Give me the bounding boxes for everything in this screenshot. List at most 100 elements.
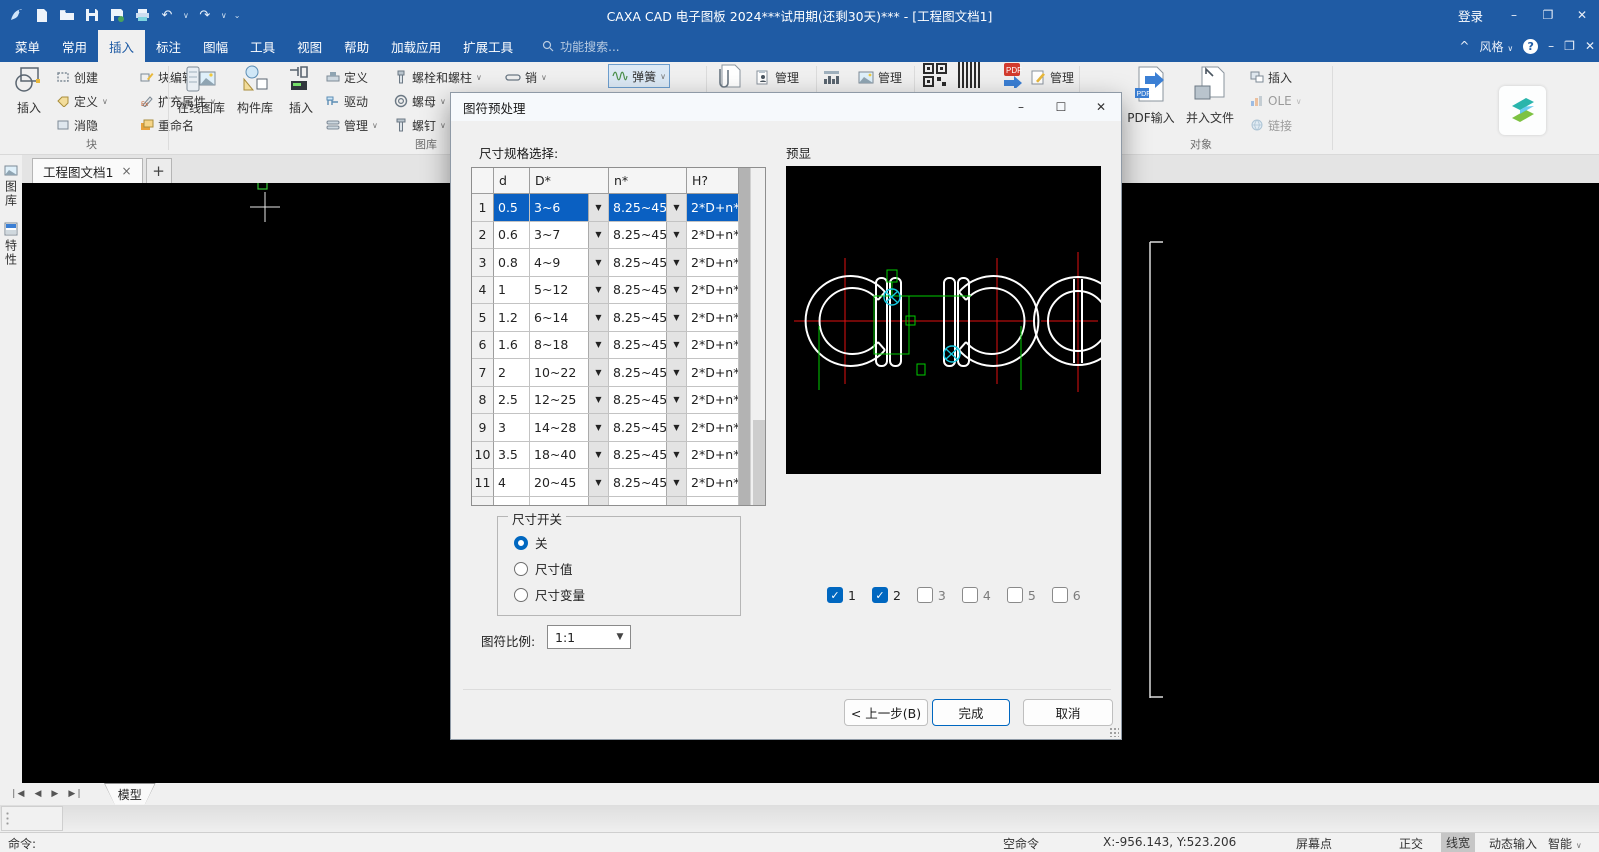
- combo-dropdown-icon[interactable]: ▼: [666, 194, 686, 221]
- block-rename-button[interactable]: 重命名: [140, 114, 194, 136]
- combo-dropdown-icon[interactable]: ▼: [588, 276, 608, 303]
- pin-button[interactable]: 销 ∨: [505, 66, 547, 88]
- pdf-input-button[interactable]: PDF PDF输入: [1124, 64, 1178, 126]
- turns-combo[interactable]: 8.25~45.5▼: [609, 249, 687, 277]
- table-cell[interactable]: 12: [472, 496, 494, 505]
- menu-tab-1[interactable]: 常用: [51, 30, 98, 62]
- style-menu[interactable]: 风格 ∨: [1479, 38, 1513, 55]
- table-cell[interactable]: 4: [494, 469, 530, 497]
- side-tab-properties[interactable]: 特性: [1, 218, 21, 273]
- table-row[interactable]: 415~12▼8.25~45.5▼2*D+n*d: [472, 276, 739, 304]
- checkbox-unchecked-icon[interactable]: [961, 587, 978, 603]
- table-cell[interactable]: 2: [494, 359, 530, 387]
- document-tab[interactable]: 工程图文档1 ×: [32, 158, 143, 183]
- component-library-button[interactable]: 构件库: [232, 64, 278, 116]
- diameter-combo[interactable]: 10~22 ▼: [530, 359, 609, 387]
- table-cell[interactable]: 2*D+n*d: [687, 386, 739, 414]
- menu-tab-6[interactable]: 视图: [286, 30, 333, 62]
- checkbox-checked-icon[interactable]: ✓: [871, 587, 888, 603]
- table-cell[interactable]: 0.6: [494, 221, 530, 249]
- table-row[interactable]: 11420~45▼8.25~45.5▼2*D+n*d: [472, 469, 739, 497]
- menu-tab-4[interactable]: 图幅: [192, 30, 239, 62]
- dialog-resize-grip[interactable]: [1109, 727, 1119, 737]
- customize-toolbar-icon[interactable]: ⌄: [234, 11, 241, 20]
- bolts-studs-button[interactable]: 螺栓和螺柱 ∨: [394, 66, 482, 88]
- finish-button[interactable]: 完成: [932, 699, 1010, 726]
- table-cell[interactable]: 2*D+n*d: [687, 276, 739, 304]
- diameter-combo[interactable]: 3~7 ▼: [530, 221, 609, 249]
- first-sheet-icon[interactable]: ❘◀: [10, 789, 24, 799]
- table-cell[interactable]: 6: [472, 331, 494, 359]
- doc-minimize-icon[interactable]: –: [1548, 39, 1554, 53]
- library-define-button[interactable]: 定义: [326, 66, 368, 88]
- product-logo[interactable]: [1499, 86, 1546, 135]
- dialog-maximize-button[interactable]: ☐: [1041, 93, 1081, 121]
- table-cell[interactable]: 2*D+n*d: [687, 221, 739, 249]
- table-cell[interactable]: 11: [472, 469, 494, 497]
- radio-icon[interactable]: [514, 587, 528, 602]
- table-cell[interactable]: 0.8: [494, 249, 530, 277]
- combo-dropdown-icon[interactable]: ▼: [666, 496, 686, 505]
- combo-dropdown-icon[interactable]: ▼: [666, 414, 686, 441]
- table-cell[interactable]: 2: [472, 221, 494, 249]
- toggle-ortho[interactable]: 正交: [1399, 835, 1423, 852]
- menu-tab-3[interactable]: 标注: [145, 30, 192, 62]
- table-row[interactable]: 10.53~6▼8.25~45.5▼2*D+n*d: [472, 194, 739, 222]
- diameter-combo[interactable]: 5~12 ▼: [530, 276, 609, 304]
- redo-dropdown-icon[interactable]: ∨: [221, 11, 227, 20]
- radio-option-0[interactable]: 关: [514, 533, 548, 552]
- table-cell[interactable]: 3: [494, 414, 530, 442]
- turns-combo[interactable]: 8.25~45.5▼: [609, 441, 687, 469]
- manage-b-button[interactable]: 管理: [858, 66, 902, 88]
- diameter-combo[interactable]: 18~40 ▼: [530, 441, 609, 469]
- table-row[interactable]: 20.63~7▼8.25~45.5▼2*D+n*d: [472, 221, 739, 249]
- prev-sheet-icon[interactable]: ◀: [34, 789, 41, 799]
- menu-tab-0[interactable]: 菜单: [4, 30, 51, 62]
- part-checkbox-1[interactable]: ✓ 1: [827, 587, 856, 603]
- diameter-combo[interactable]: 6~14 ▼: [530, 304, 609, 332]
- combo-dropdown-icon[interactable]: ▼: [666, 359, 686, 386]
- block-create-button[interactable]: 创建: [56, 66, 98, 88]
- open-file-icon[interactable]: [58, 6, 76, 24]
- undo-icon[interactable]: ↶: [158, 6, 176, 24]
- turns-combo[interactable]: 8.25~45.5▼: [609, 469, 687, 497]
- nut-button[interactable]: 螺母 ∨: [394, 90, 446, 112]
- table-cell[interactable]: 2.5: [494, 386, 530, 414]
- merge-file-button[interactable]: 并入文件: [1182, 64, 1238, 126]
- screw-button[interactable]: 螺钉 ∨: [394, 114, 446, 136]
- document-tab-close-icon[interactable]: ×: [121, 164, 131, 178]
- table-row[interactable]: 61.68~18▼8.25~45.5▼2*D+n*d: [472, 331, 739, 359]
- menu-tab-7[interactable]: 帮助: [333, 30, 380, 62]
- table-row[interactable]: 30.84~9▼8.25~45.5▼2*D+n*d: [472, 249, 739, 277]
- manage-a-button[interactable]: 管理: [755, 66, 799, 88]
- combo-dropdown-icon[interactable]: ▼: [666, 304, 686, 331]
- combo-dropdown-icon[interactable]: ▼: [588, 194, 608, 221]
- help-icon[interactable]: ?: [1523, 38, 1539, 54]
- diameter-combo[interactable]: 3~6 ▼: [530, 194, 609, 222]
- combo-dropdown-icon[interactable]: ▼: [666, 221, 686, 248]
- radio-selected-icon[interactable]: [514, 535, 528, 550]
- table-cell[interactable]: 2*D+n*d: [687, 414, 739, 442]
- symbol-scale-combo[interactable]: 1:1 ▼: [547, 625, 631, 649]
- combo-dropdown-icon[interactable]: ▼: [588, 359, 608, 386]
- checkbox-unchecked-icon[interactable]: [916, 587, 933, 603]
- command-panel-handle[interactable]: [1, 806, 63, 831]
- manage-c-button[interactable]: 管理: [1030, 66, 1074, 88]
- online-library-button[interactable]: 在线图库: [172, 64, 230, 116]
- qrcode-icon[interactable]: [922, 63, 948, 87]
- extract-symbol-icon[interactable]: [714, 64, 744, 88]
- combo-dropdown-icon[interactable]: ▼: [666, 276, 686, 303]
- turns-combo[interactable]: 8.25~45.5▼: [609, 221, 687, 249]
- table-cell[interactable]: 4.5: [494, 496, 530, 505]
- part-checkbox-6[interactable]: 6: [1051, 587, 1081, 603]
- model-tab[interactable]: 模型: [105, 784, 155, 805]
- table-row[interactable]: 103.518~40▼8.25~45.5▼2*D+n*d: [472, 441, 739, 469]
- pdf-icon[interactable]: PDF: [1000, 63, 1026, 88]
- table-cell[interactable]: 7: [472, 359, 494, 387]
- table-cell[interactable]: 1.6: [494, 331, 530, 359]
- new-file-icon[interactable]: [33, 6, 51, 24]
- turns-combo[interactable]: 8.25~45.5▼: [609, 331, 687, 359]
- status-screen-point[interactable]: 屏幕点: [1296, 835, 1332, 852]
- save-icon[interactable]: [83, 6, 101, 24]
- spring-button[interactable]: 弹簧 ∨: [608, 64, 670, 88]
